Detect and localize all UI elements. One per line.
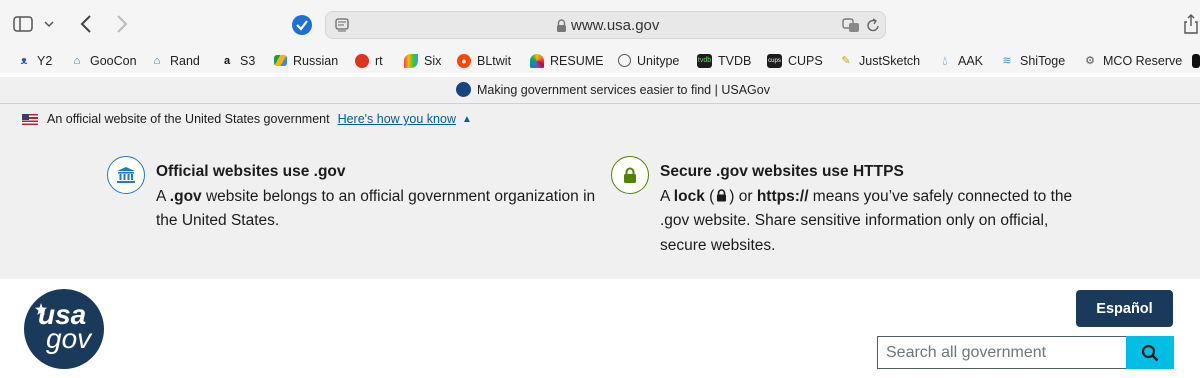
usagov-favicon-icon [456, 82, 471, 97]
bookmark-item[interactable]: rt [355, 48, 383, 73]
dot-gov-title: Official websites use .gov [156, 163, 346, 180]
chevron-down-icon [44, 21, 54, 28]
logo-gov-text: gov [46, 323, 92, 354]
ufo-icon: ⌂ [153, 54, 161, 67]
bluebird-icon: ᴥ [20, 54, 28, 67]
search-input[interactable] [877, 336, 1127, 369]
globe-icon [618, 54, 631, 67]
bookmark-item[interactable]: ● BLtwit [457, 48, 511, 73]
checkmark-circle-icon [292, 15, 312, 35]
bookmark-item[interactable]: cups CUPS [767, 48, 823, 73]
official-gov-banner: An official website of the United States… [0, 104, 1200, 279]
tab-bar: Making government services easier to fin… [0, 77, 1200, 104]
bookmarks-bar: ᴥ Y2 ⌂ GooCon ⌂ Rand a S3 Russian rt Six… [0, 48, 1200, 73]
cups-icon: cups [767, 53, 782, 68]
lock-icon [557, 19, 566, 32]
amazon-icon: a [223, 54, 231, 67]
tornado-icon: ≋ [1002, 54, 1012, 67]
bookmark-item[interactable]: ✎ JustSketch [839, 48, 920, 73]
how-you-know-link[interactable]: Here's how you know [338, 112, 456, 126]
bookmark-overflow[interactable] [1192, 48, 1200, 73]
color-leaf-icon [404, 53, 418, 68]
peacock-icon [530, 53, 544, 68]
sidebar-menu-chevron[interactable] [42, 16, 56, 32]
address-bar[interactable]: www.usa.gov [325, 11, 886, 39]
tvdb-icon: tvdb [697, 53, 712, 68]
bookmark-item[interactable]: 💧︎ AAK [938, 48, 983, 73]
google-drive-icon [274, 55, 287, 66]
https-body: A lock () or https:// means you’ve safel… [660, 187, 1073, 254]
bookmark-item[interactable]: Unitype [618, 48, 679, 73]
bookmark-item[interactable]: ⌂ Rand [150, 48, 200, 73]
sketch-icon: ✎ [841, 54, 851, 67]
search-icon [1141, 344, 1159, 361]
reload-icon[interactable] [866, 18, 880, 33]
bookmark-item[interactable]: a S3 [220, 48, 255, 73]
drop-icon: 💧︎ [942, 52, 948, 68]
sidebar-icon [13, 16, 33, 32]
small-lock-icon [717, 188, 727, 201]
tomato-icon [355, 53, 369, 68]
banner-header: An official website of the United States… [22, 112, 472, 126]
extension-check-button[interactable] [291, 14, 313, 36]
bookmark-item[interactable]: ᴥ Y2 [17, 48, 53, 73]
bookmark-item[interactable]: ≋ ShiToge [1000, 48, 1065, 73]
ufo-icon: ⌂ [73, 54, 81, 67]
browser-toolbar: www.usa.gov [0, 0, 1200, 48]
https-text: Secure .gov websites use HTTPS A lock ()… [660, 160, 1080, 258]
bookmark-item[interactable]: RESUME [530, 48, 603, 73]
search-button[interactable] [1126, 336, 1174, 369]
chevron-up-icon[interactable]: ▲ [462, 114, 472, 125]
espanol-button[interactable]: Español [1076, 290, 1173, 327]
translate-icon[interactable] [842, 18, 860, 33]
bookmark-item[interactable]: ⌂ GooCon [70, 48, 137, 73]
back-button[interactable] [76, 13, 96, 35]
dot-gov-body: A .gov website belongs to an official go… [156, 187, 596, 230]
official-text: An official website of the United States… [47, 112, 330, 126]
usagov-logo[interactable]: usa gov [24, 289, 104, 369]
overflow-icon [1192, 53, 1200, 68]
government-building-icon [107, 156, 145, 194]
bookmark-item[interactable]: tvdb TVDB [697, 48, 751, 73]
reader-icon [335, 18, 349, 32]
gear-icon: ⚙ [1085, 54, 1095, 67]
sidebar-toggle-button[interactable] [12, 14, 34, 34]
share-icon [1184, 14, 1198, 34]
tab-title[interactable]: Making government services easier to fin… [477, 83, 770, 97]
https-title: Secure .gov websites use HTTPS [660, 163, 904, 180]
chevron-right-icon [117, 15, 128, 33]
lock-circle-icon [611, 156, 649, 194]
dot-gov-text: Official websites use .gov A .gov websit… [156, 160, 596, 234]
forward-button[interactable] [112, 13, 132, 35]
bookmark-item[interactable]: Six [404, 48, 441, 73]
share-button[interactable] [1182, 13, 1200, 35]
us-flag-icon [22, 113, 38, 125]
chevron-left-icon [80, 15, 91, 33]
reddit-icon: ● [457, 53, 471, 68]
bookmark-item[interactable]: Russian [274, 48, 338, 73]
bookmark-item[interactable]: ⚙ MCO Reserve [1083, 48, 1182, 73]
url-text: www.usa.gov [571, 17, 660, 34]
